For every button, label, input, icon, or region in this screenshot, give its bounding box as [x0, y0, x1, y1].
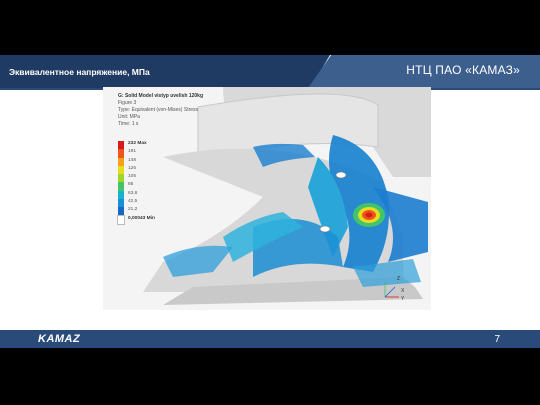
result-time: Time: 1 s	[118, 121, 139, 127]
brand-label: НТЦ ПАО «КАМАЗ»	[406, 63, 520, 77]
legend-row: 63,6	[118, 190, 178, 200]
legend-swatch	[118, 207, 124, 216]
simulation-image: Z Y X G: Solid Model vistyp uvelish 120k…	[103, 87, 431, 310]
color-legend: 232 Max 191 148 126 105 85 63,6 42,5 21,2 0,00043…	[117, 141, 178, 226]
kamaz-logo: KAMAZ	[38, 333, 81, 345]
slide-title: Эквивалентное напряжение, МПа	[9, 67, 150, 77]
legend-row: 42,5	[118, 199, 178, 208]
figure-label: Figure 3	[118, 100, 137, 106]
legend-label: 191	[128, 149, 137, 155]
legend-swatch	[117, 214, 125, 226]
legend-swatch	[118, 141, 124, 150]
result-type: Type: Equivalent (von-Mises) Stress	[118, 107, 199, 113]
legend-row: 232 Max	[118, 141, 178, 150]
legend-swatch	[118, 182, 124, 191]
legend-row: 0,00043 Min	[117, 214, 178, 226]
legend-label: 0,00043 Min	[128, 215, 155, 221]
slide: Эквивалентное напряжение, МПа НТЦ ПАО «К…	[0, 55, 540, 348]
legend-label: 63,6	[128, 190, 138, 196]
legend-label: 148	[128, 157, 137, 163]
legend-row: 21,2	[118, 207, 178, 216]
legend-row: 148	[118, 157, 178, 166]
legend-row: 105	[118, 174, 178, 183]
legend-swatch	[118, 174, 124, 183]
legend-swatch	[118, 157, 124, 166]
legend-label: 21,2	[128, 207, 138, 213]
legend-swatch	[118, 190, 124, 200]
legend-label: 126	[128, 165, 137, 171]
legend-swatch	[118, 199, 124, 208]
result-info: G: Solid Model vistyp uvelish 120kg Figu…	[118, 93, 203, 128]
legend-row: 126	[118, 165, 178, 175]
axis-z-label: Z	[397, 276, 400, 282]
legend-row: 85	[118, 182, 178, 191]
model-title: G: Solid Model vistyp uvelish 120kg	[118, 93, 204, 99]
legend-label: 42,5	[128, 199, 138, 205]
legend-label: 105	[128, 174, 137, 180]
legend-row: 191	[118, 149, 178, 158]
legend-swatch	[118, 149, 124, 158]
legend-label: 232 Max	[128, 141, 147, 146]
footer-bar: KAMAZ 7	[0, 331, 540, 348]
legend-label: 85	[128, 182, 134, 188]
page-number: 7	[494, 334, 500, 345]
legend-swatch	[118, 165, 124, 175]
result-unit: Unit: MPa	[118, 114, 140, 120]
